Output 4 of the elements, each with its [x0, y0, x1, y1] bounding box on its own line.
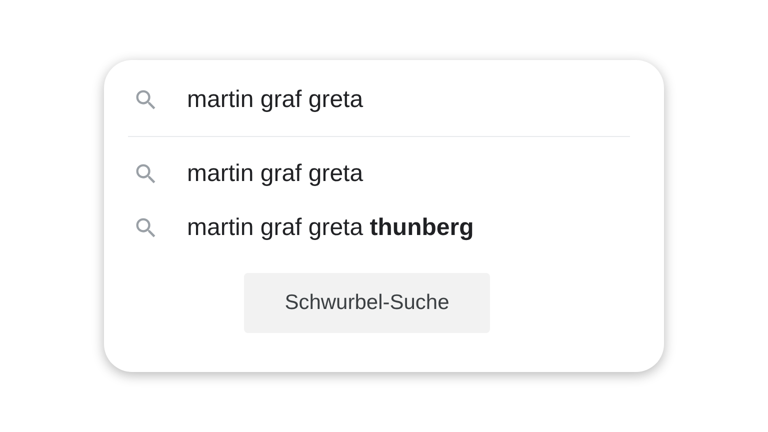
- suggestion-item[interactable]: martin graf greta: [187, 160, 364, 188]
- search-field[interactable]: martin graf greta: [187, 86, 607, 114]
- suggestion-item[interactable]: martin graf greta thunberg: [187, 214, 474, 242]
- search-button[interactable]: Schwurbel-Suche: [244, 273, 490, 333]
